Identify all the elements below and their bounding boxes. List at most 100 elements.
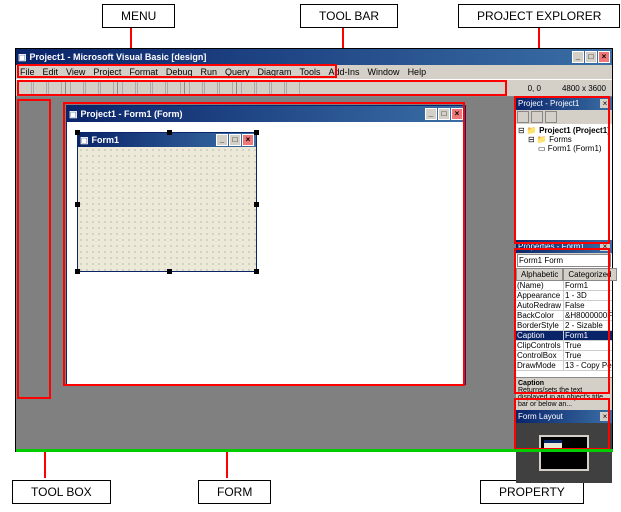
- app-titlebar[interactable]: ▣ Project1 - Microsoft Visual Basic [des…: [16, 49, 612, 65]
- tree-project[interactable]: ⊟ 📁 Project1 (Project1): [518, 126, 610, 135]
- menu-format[interactable]: Format: [129, 67, 158, 77]
- toolbar-button[interactable]: [100, 81, 114, 95]
- designer-maximize[interactable]: □: [438, 108, 450, 120]
- maximize-button[interactable]: □: [585, 51, 597, 63]
- toolbar-button[interactable]: [271, 81, 285, 95]
- view-code-button[interactable]: [517, 111, 529, 123]
- property-description: Caption Returns/sets the text displayed …: [516, 377, 612, 410]
- menu-bar: File Edit View Project Format Debug Run …: [16, 65, 612, 79]
- label-form: FORM: [198, 480, 271, 504]
- form-design-surface[interactable]: ▣ Form1 _ □ ×: [77, 132, 257, 272]
- app-icon: ▣: [18, 52, 27, 63]
- right-dock: Project - Project1 × ⊟ 📁 Project1 (Proje…: [516, 97, 612, 451]
- menu-project[interactable]: Project: [93, 67, 121, 77]
- app-title: Project1 - Microsoft Visual Basic [desig…: [30, 52, 207, 62]
- form-icon: ▣: [80, 135, 89, 146]
- form-layout-title[interactable]: Form Layout ×: [516, 410, 612, 423]
- separator: [236, 81, 238, 95]
- menu-window[interactable]: Window: [368, 67, 400, 77]
- toolbar-button[interactable]: [256, 81, 270, 95]
- label-toolbar: TOOL BAR: [300, 4, 398, 28]
- resize-handle[interactable]: [167, 269, 172, 274]
- toolbar-button[interactable]: [241, 81, 255, 95]
- properties-grid[interactable]: (Name)Form1 Appearance1 - 3D AutoRedrawF…: [516, 281, 612, 377]
- size-readout: 4800 x 3600: [562, 84, 606, 93]
- designer-icon: ▣: [69, 109, 78, 120]
- label-menu: MENU: [102, 4, 175, 28]
- menu-tools[interactable]: Tools: [300, 67, 321, 77]
- toolbar-button[interactable]: [137, 81, 151, 95]
- form-maximize[interactable]: □: [229, 134, 241, 146]
- toolbar-button[interactable]: [33, 81, 47, 95]
- resize-handle[interactable]: [254, 202, 259, 207]
- tree-form1[interactable]: ▭ Form1 (Form1): [518, 144, 610, 153]
- fl-title-text: Form Layout: [518, 412, 563, 421]
- project-explorer-title[interactable]: Project - Project1 ×: [516, 97, 612, 110]
- label-toolbox: TOOL BOX: [12, 480, 111, 504]
- resize-handle[interactable]: [75, 130, 80, 135]
- project-tree[interactable]: ⊟ 📁 Project1 (Project1) ⊟ 📁 Forms ▭ Form…: [516, 124, 612, 155]
- menu-run[interactable]: Run: [200, 67, 217, 77]
- toolbar-button[interactable]: [219, 81, 233, 95]
- property-row: ControlBoxTrue: [516, 351, 612, 361]
- menu-help[interactable]: Help: [408, 67, 427, 77]
- properties-title[interactable]: Properties - Form1 ×: [516, 240, 612, 253]
- view-object-button[interactable]: [531, 111, 543, 123]
- property-row: BackColor&H8000000F: [516, 311, 612, 321]
- tree-folder-forms[interactable]: ⊟ 📁 Forms: [518, 135, 610, 144]
- form-minimize[interactable]: _: [216, 134, 228, 146]
- designer-minimize[interactable]: _: [425, 108, 437, 120]
- minimize-button[interactable]: _: [572, 51, 584, 63]
- toolbar-button[interactable]: [85, 81, 99, 95]
- label-property: PROPERTY: [480, 480, 584, 504]
- resize-handle[interactable]: [75, 202, 80, 207]
- resize-handle[interactable]: [254, 269, 259, 274]
- designer-title: Project1 - Form1 (Form): [81, 109, 183, 119]
- resize-handle[interactable]: [75, 269, 80, 274]
- object-selector[interactable]: Form1 Form: [517, 254, 611, 267]
- menu-debug[interactable]: Debug: [166, 67, 193, 77]
- properties-window: Form1 Form Alphabetic Categorized (Name)…: [516, 254, 612, 410]
- property-row: DrawMode13 - Copy Pen: [516, 361, 612, 371]
- separator: [65, 81, 67, 95]
- project-explorer: ⊟ 📁 Project1 (Project1) ⊟ 📁 Forms ▭ Form…: [516, 110, 612, 240]
- form-designer-window[interactable]: ▣ Project1 - Form1 (Form) _ □ × ▣ Form1 …: [66, 105, 466, 385]
- property-row: AutoRedrawFalse: [516, 301, 612, 311]
- toggle-folders-button[interactable]: [545, 111, 557, 123]
- menu-query[interactable]: Query: [225, 67, 250, 77]
- coords-readout: 0, 0: [528, 84, 541, 93]
- property-row: BorderStyle2 - Sizable: [516, 321, 612, 331]
- menu-file[interactable]: File: [20, 67, 35, 77]
- tab-alphabetic[interactable]: Alphabetic: [516, 268, 563, 281]
- menu-diagram[interactable]: Diagram: [257, 67, 291, 77]
- props-close-icon[interactable]: ×: [600, 242, 610, 251]
- toolbar-button[interactable]: [204, 81, 218, 95]
- menu-edit[interactable]: Edit: [43, 67, 59, 77]
- menu-addins[interactable]: Add-Ins: [329, 67, 360, 77]
- resize-handle[interactable]: [254, 130, 259, 135]
- property-row-selected: CaptionForm1: [516, 331, 612, 341]
- screen-preview: [539, 435, 589, 471]
- toolbar-button[interactable]: [48, 81, 62, 95]
- menu-view[interactable]: View: [66, 67, 85, 77]
- close-button[interactable]: ×: [598, 51, 610, 63]
- toolbar-button[interactable]: [152, 81, 166, 95]
- form-close[interactable]: ×: [242, 134, 254, 146]
- fl-close-icon[interactable]: ×: [600, 412, 610, 421]
- toolbar-button[interactable]: [286, 81, 300, 95]
- form-layout-window[interactable]: [516, 423, 612, 483]
- toolbar-button[interactable]: [70, 81, 84, 95]
- toolbar-button[interactable]: [18, 81, 32, 95]
- vb-ide-window: ▣ Project1 - Microsoft Visual Basic [des…: [15, 48, 613, 452]
- standard-toolbar: 0, 0 4800 x 3600: [16, 79, 612, 97]
- resize-handle[interactable]: [167, 130, 172, 135]
- tab-categorized[interactable]: Categorized: [563, 268, 616, 281]
- pe-close-icon[interactable]: ×: [600, 99, 610, 108]
- form-grid[interactable]: [78, 147, 256, 271]
- toolbar-button[interactable]: [122, 81, 136, 95]
- designer-close[interactable]: ×: [451, 108, 463, 120]
- props-title-text: Properties - Form1: [518, 242, 585, 251]
- toolbar-button[interactable]: [189, 81, 203, 95]
- separator: [117, 81, 119, 95]
- toolbar-button[interactable]: [167, 81, 181, 95]
